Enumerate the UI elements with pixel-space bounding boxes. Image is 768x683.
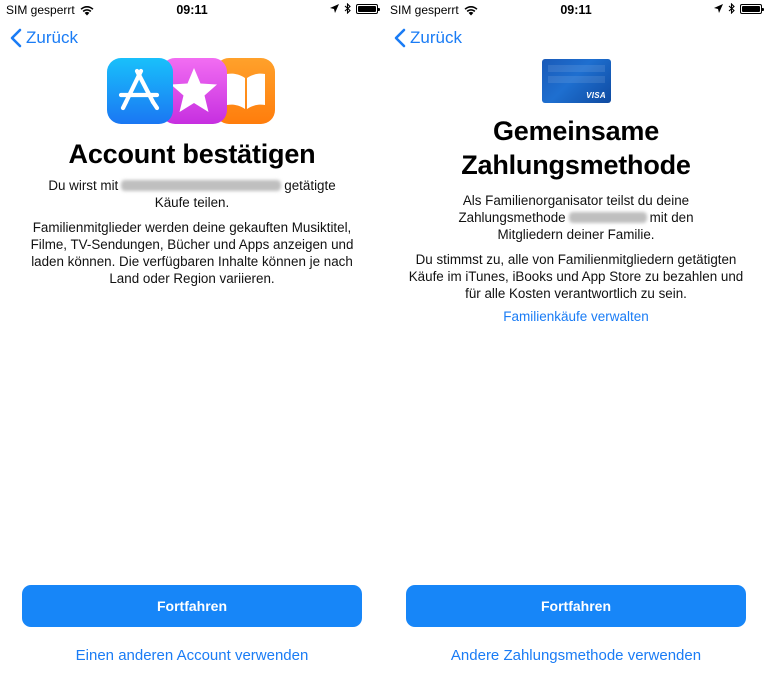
payment-agreement-text: Du stimmst zu, alle von Familienmitglied… xyxy=(408,252,744,301)
location-icon xyxy=(714,4,723,13)
battery-icon xyxy=(740,3,764,14)
share-purchases-text: Du wirst mit getätigte Käufe teilen. xyxy=(48,178,336,210)
chevron-left-icon xyxy=(10,28,22,48)
battery-icon xyxy=(356,3,380,14)
app-store-icon xyxy=(107,58,173,124)
back-button[interactable]: Zurück xyxy=(10,28,78,48)
manage-family-purchases-link[interactable]: Familienkäufe verwalten xyxy=(384,309,768,324)
payment-sharing-text: Als Familienorganisator teilst du deine … xyxy=(458,193,694,242)
back-button[interactable]: Zurück xyxy=(394,28,462,48)
family-info-text: Familienmitglieder werden deine gekaufte… xyxy=(30,220,354,286)
back-label: Zurück xyxy=(26,28,78,47)
shared-payment-screen: SIM gesperrt 09:11 Zurück VISA Gemeinsam… xyxy=(384,0,768,683)
status-bar: SIM gesperrt 09:11 xyxy=(384,0,768,20)
status-time: 09:11 xyxy=(176,3,208,17)
card-brand-label: VISA xyxy=(586,91,606,100)
use-other-payment-method-link[interactable]: Andere Zahlungsmethode verwenden xyxy=(384,647,768,664)
status-bar: SIM gesperrt 09:11 xyxy=(0,0,384,20)
continue-button[interactable]: Fortfahren xyxy=(406,585,746,627)
continue-button[interactable]: Fortfahren xyxy=(22,585,362,627)
redacted-payment-method xyxy=(568,212,647,223)
bluetooth-icon xyxy=(344,3,351,14)
visa-card-icon: VISA xyxy=(542,59,611,103)
location-icon xyxy=(330,4,339,13)
app-icons-group xyxy=(107,58,277,124)
back-label: Zurück xyxy=(410,28,462,47)
status-time: 09:11 xyxy=(560,3,592,17)
redacted-email xyxy=(121,180,282,191)
page-title: Gemeinsame Zahlungsmethode xyxy=(461,116,691,180)
use-other-account-link[interactable]: Einen anderen Account verwenden xyxy=(0,647,384,664)
bluetooth-icon xyxy=(728,3,735,14)
account-confirm-screen: SIM gesperrt 09:11 Zurück Account bestät… xyxy=(0,0,384,683)
chevron-left-icon xyxy=(394,28,406,48)
page-title: Account bestätigen xyxy=(68,139,316,169)
